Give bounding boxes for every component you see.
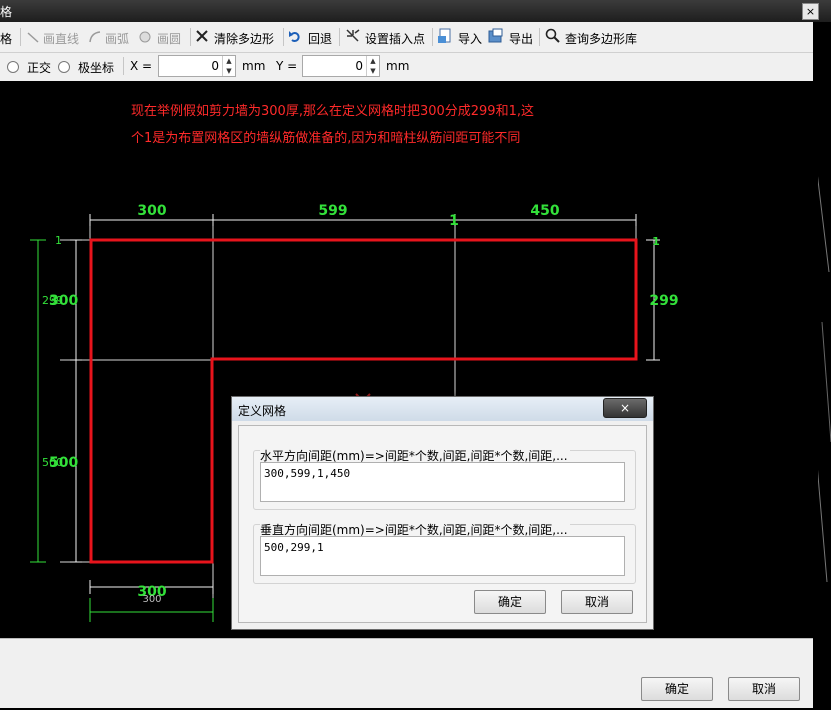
toolbar-grid-label[interactable]: 格: [0, 30, 12, 47]
insert-point-icon: [346, 29, 360, 42]
vertical-spacing-input[interactable]: 500,299,1: [260, 536, 625, 576]
options-separator: [123, 57, 124, 75]
dimension-top-3: 1: [449, 213, 459, 229]
export-label: 导出: [509, 32, 534, 46]
dialog-cancel-button[interactable]: 取消: [561, 590, 633, 614]
import-button[interactable]: 导入: [437, 26, 483, 48]
y-coordinate-value: 0: [355, 59, 363, 73]
query-polygon-library-button[interactable]: 查询多边形库: [545, 26, 645, 48]
window-title-bar: 格 ×: [0, 0, 831, 22]
toolbar-separator: [539, 28, 540, 46]
query-polygon-library-label: 查询多边形库: [565, 32, 638, 46]
draw-circle-button[interactable]: 画圆: [138, 26, 184, 48]
set-insert-point-button[interactable]: 设置插入点: [345, 26, 429, 48]
polar-radio[interactable]: [58, 61, 70, 73]
draw-circle-label: 画圆: [157, 32, 182, 46]
ortho-radio[interactable]: [7, 61, 19, 73]
vertical-spacing-group: 垂直方向间距(mm)=>间距*个数,间距,间距*个数,间距,... 500,29…: [253, 521, 636, 584]
horizontal-spacing-group: 水平方向间距(mm)=>间距*个数,间距,间距*个数,间距,... 300,59…: [253, 447, 636, 510]
footer-bar: 确定 取消: [0, 638, 813, 708]
clear-polygon-label: 清除多边形: [214, 32, 275, 46]
cancel-button[interactable]: 取消: [728, 677, 800, 701]
dimension-left-3: 300: [49, 293, 78, 309]
horizontal-spacing-value: 300,599,1,450: [264, 467, 351, 480]
dialog-ok-button[interactable]: 确定: [474, 590, 546, 614]
ortho-label: 正交: [27, 61, 52, 75]
dialog-close-button[interactable]: ×: [603, 398, 647, 418]
x-label: X =: [130, 59, 153, 73]
draw-line-label: 画直线: [43, 32, 80, 46]
import-icon: [438, 28, 451, 43]
x-coordinate-value: 0: [211, 59, 219, 73]
toolbar-separator: [432, 28, 433, 46]
dimension-bottom-ghost: 300: [142, 594, 161, 605]
horizontal-spacing-input[interactable]: 300,599,1,450: [260, 462, 625, 502]
window-title: 格: [0, 5, 13, 19]
export-icon: [488, 28, 503, 43]
y-label: Y =: [276, 59, 298, 73]
ok-button[interactable]: 确定: [641, 677, 713, 701]
undo-label: 回退: [308, 32, 333, 46]
x-coordinate-input[interactable]: 0 ▲ ▼: [158, 55, 236, 77]
toolbar-separator: [339, 28, 340, 46]
y-coordinate-input[interactable]: 0 ▲ ▼: [302, 55, 380, 77]
dimension-left-5: 500: [49, 455, 78, 471]
toolbar: 格 画直线 画弧 画圆 清除多边形 回退 设置插入点 导入 导出 查询多边形库: [0, 22, 813, 53]
dimension-left-1: 1: [55, 234, 62, 247]
arc-icon: [89, 31, 101, 43]
draw-arc-label: 画弧: [105, 32, 130, 46]
toolbar-separator: [20, 28, 21, 46]
clear-polygon-button[interactable]: 清除多边形: [195, 26, 281, 48]
dimension-right: 299: [649, 293, 678, 309]
dialog-title: 定义网格: [238, 404, 287, 418]
import-label: 导入: [458, 32, 483, 46]
draw-line-button[interactable]: 画直线: [26, 26, 82, 48]
x-icon: [196, 30, 208, 42]
line-icon: [27, 32, 39, 43]
options-bar: 正交 极坐标 X = 0 ▲ ▼ mm Y = 0 ▲ ▼ mm: [0, 53, 813, 81]
circle-icon: [139, 31, 151, 43]
polar-label: 极坐标: [78, 61, 115, 75]
undo-icon: [289, 31, 300, 42]
toolbar-separator: [190, 28, 191, 46]
x-unit: mm: [242, 59, 266, 73]
define-grid-dialog: 定义网格 × 水平方向间距(mm)=>间距*个数,间距,间距*个数,间距,...…: [231, 396, 654, 630]
export-button[interactable]: 导出: [488, 26, 534, 48]
dimension-top-4: 450: [530, 203, 559, 219]
dimension-top-1: 300: [137, 203, 166, 219]
window-close-button[interactable]: ×: [802, 3, 819, 20]
draw-arc-button[interactable]: 画弧: [88, 26, 134, 48]
dialog-body: 水平方向间距(mm)=>间距*个数,间距,间距*个数,间距,... 300,59…: [238, 425, 647, 623]
dialog-title-bar[interactable]: 定义网格 ×: [232, 397, 653, 421]
set-insert-point-label: 设置插入点: [365, 32, 426, 46]
y-spinner-icon[interactable]: ▲ ▼: [366, 56, 379, 76]
x-spinner-icon[interactable]: ▲ ▼: [222, 56, 235, 76]
y-unit: mm: [386, 59, 410, 73]
undo-button[interactable]: 回退: [288, 26, 336, 48]
toolbar-separator: [283, 28, 284, 46]
vertical-spacing-value: 500,299,1: [264, 541, 324, 554]
search-icon: [545, 28, 560, 43]
dimension-right-small: 1: [652, 235, 660, 248]
dimension-top-2: 599: [318, 203, 347, 219]
